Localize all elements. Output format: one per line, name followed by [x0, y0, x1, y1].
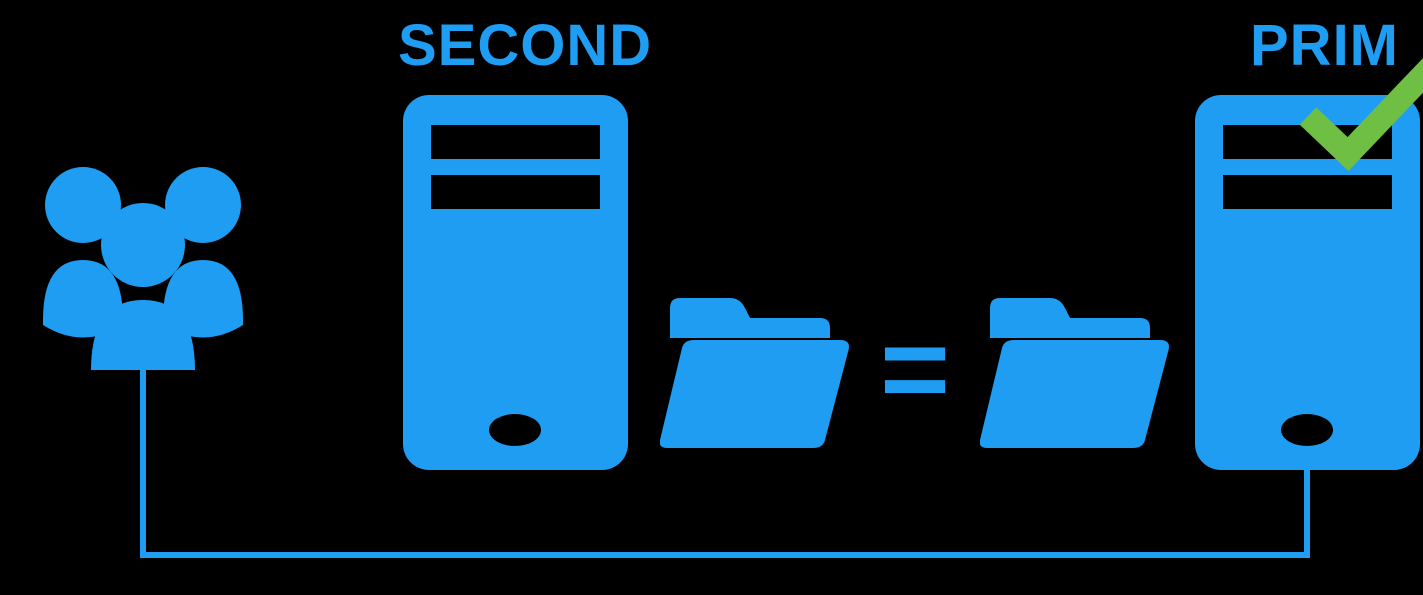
connector-line — [0, 0, 1423, 595]
diagram-stage: { "colors": { "blue": "#1E9DF2", "green"… — [0, 0, 1423, 595]
